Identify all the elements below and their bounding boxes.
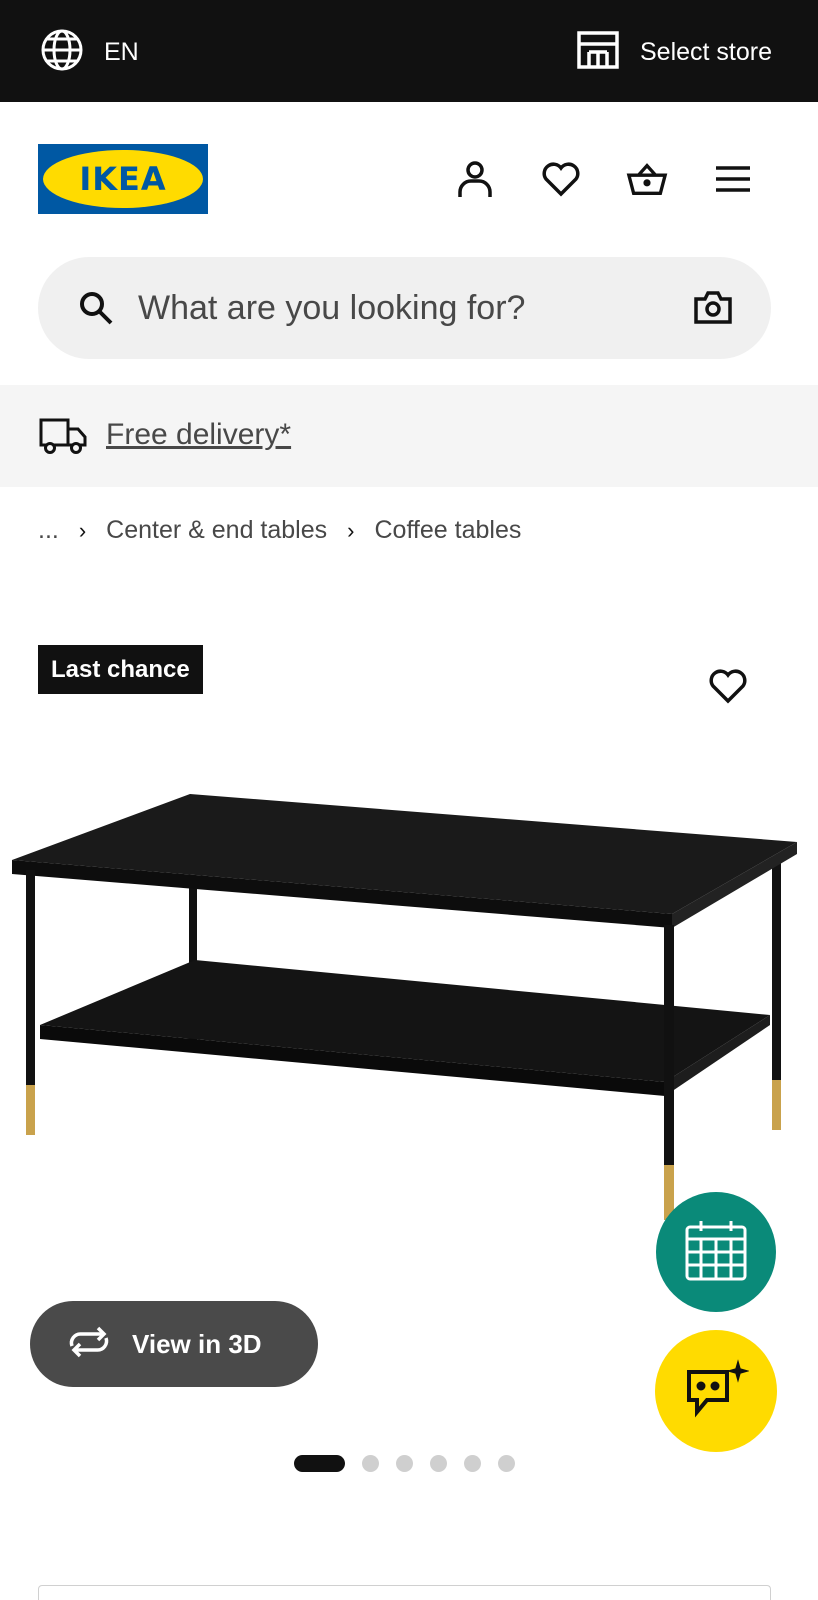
chat-assistant-button[interactable] (655, 1330, 777, 1452)
last-chance-badge: Last chance (38, 645, 203, 694)
rotate-3d-icon (66, 1326, 112, 1363)
chevron-right-icon: › (78, 517, 87, 543)
shopping-bag-icon[interactable] (626, 158, 668, 200)
search-bar (38, 257, 771, 359)
product-info-panel (38, 1585, 771, 1600)
store-icon (576, 30, 620, 75)
camera-icon[interactable] (693, 289, 733, 330)
ikea-logo[interactable]: IKEA (38, 144, 208, 214)
carousel-dot-5[interactable] (464, 1455, 481, 1472)
add-to-favorites-icon[interactable] (708, 668, 748, 709)
image-carousel-indicator (294, 1455, 515, 1472)
globe-icon (40, 28, 84, 77)
free-delivery-link[interactable]: Free delivery* (106, 418, 291, 452)
select-store-button[interactable]: Select store (576, 30, 772, 75)
favorites-icon[interactable] (540, 158, 582, 200)
carousel-dot-3[interactable] (396, 1455, 413, 1472)
carousel-dot-1[interactable] (294, 1455, 345, 1472)
top-bar: EN Select store (0, 0, 818, 102)
search-input[interactable] (138, 279, 658, 337)
carousel-dot-6[interactable] (498, 1455, 515, 1472)
delivery-banner: Free delivery* (0, 385, 818, 487)
breadcrumb: ... › Center & end tables › Coffee table… (38, 516, 521, 545)
menu-icon[interactable] (712, 158, 754, 200)
truck-icon (38, 417, 88, 460)
site-header: IKEA (0, 102, 818, 252)
breadcrumb-item-more[interactable]: ... (38, 516, 59, 545)
breadcrumb-item-center-end-tables[interactable]: Center & end tables (106, 516, 327, 545)
view-in-3d-button[interactable]: View in 3D (30, 1301, 318, 1387)
header-actions (454, 158, 754, 200)
select-store-label: Select store (639, 38, 772, 66)
language-label: EN (104, 38, 139, 66)
account-icon[interactable] (454, 158, 496, 200)
language-selector[interactable]: EN (40, 28, 139, 77)
product-image[interactable] (0, 780, 818, 1220)
search-icon (78, 290, 114, 331)
breadcrumb-item-coffee-tables[interactable]: Coffee tables (374, 516, 521, 545)
carousel-dot-4[interactable] (430, 1455, 447, 1472)
calendar-button[interactable] (656, 1192, 776, 1312)
view-in-3d-label: View in 3D (132, 1328, 262, 1359)
chevron-right-icon: › (347, 517, 355, 543)
logo-text: IKEA (79, 160, 167, 198)
chat-sparkle-icon (683, 1358, 750, 1425)
carousel-dot-2[interactable] (362, 1455, 379, 1472)
calendar-icon (683, 1217, 749, 1288)
